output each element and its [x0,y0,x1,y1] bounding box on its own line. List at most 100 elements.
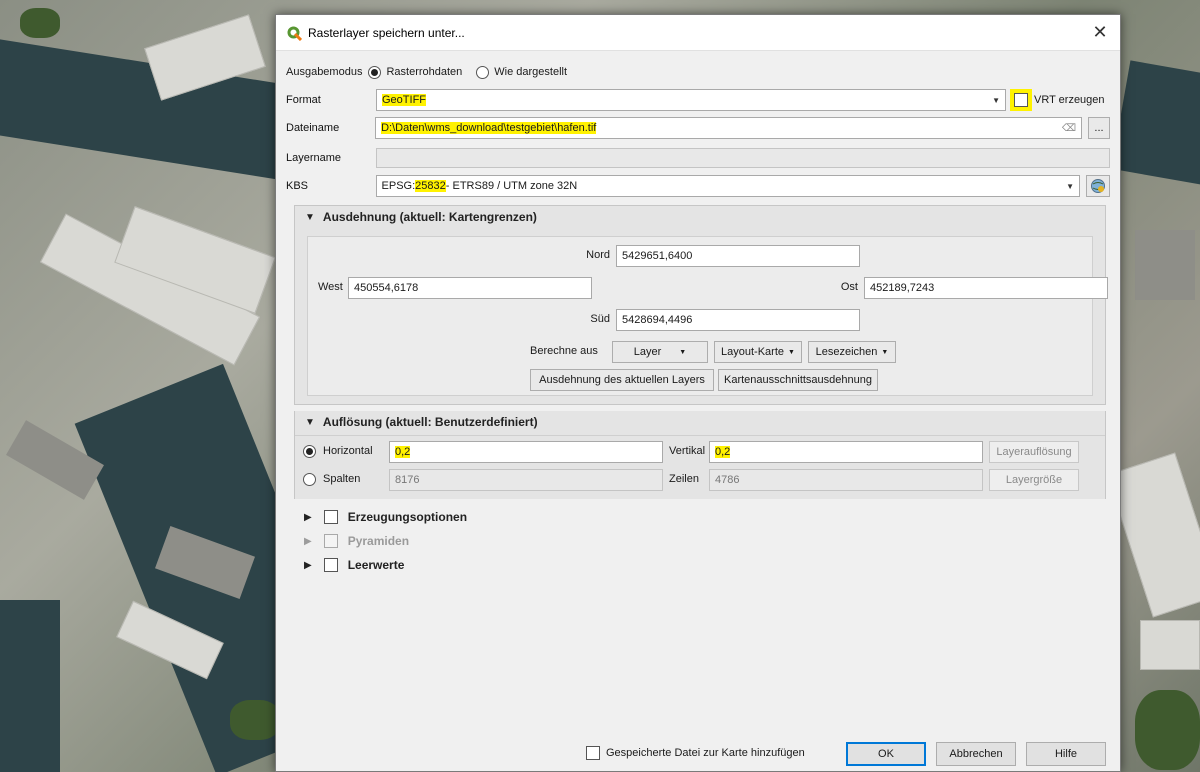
building [1135,230,1195,300]
columns-input[interactable]: 8176 [389,469,663,491]
canvas-extent-button[interactable]: Kartenausschnittsausdehnung [718,369,878,391]
south-label: Süd [590,313,610,325]
rendered-label: Wie dargestellt [494,66,568,78]
qgis-icon [286,25,302,41]
west-value: 450554,6178 [354,282,419,294]
format-row: Format GeoTIFF ▼ VRT erzeugen [286,89,1110,111]
tree-patch [230,700,280,740]
clear-icon[interactable]: ⌫ [1056,123,1076,134]
chevron-down-icon: ▼ [881,348,889,356]
resolution-header[interactable]: ▼ Auflösung (aktuell: Benutzerdefiniert) [295,411,1105,433]
pyramids-section[interactable]: ▶ Pyramiden [304,531,409,551]
east-input[interactable]: 452189,7243 [864,277,1108,299]
output-mode-label: Ausgabemodus [286,66,363,78]
vertical-value: 0,2 [715,446,731,458]
creation-options-checkbox[interactable] [323,510,338,524]
chevron-down-icon: ▼ [1066,181,1075,191]
format-combobox[interactable]: GeoTIFF ▼ [376,89,1006,111]
pyramids-label: Pyramiden [347,534,410,548]
west-input[interactable]: 450554,6178 [348,277,592,299]
browse-button[interactable]: ... [1088,117,1110,139]
horizontal-radio[interactable] [303,445,316,458]
format-value: GeoTIFF [382,94,427,106]
collapse-triangle-icon: ▼ [305,416,315,428]
bookmark-btn-label: Lesezeichen [815,346,878,358]
bookmark-dropdown-button[interactable]: Lesezeichen ▼ [808,341,896,363]
filename-row: Dateiname D:\Daten\wms_download\testgebi… [286,117,1110,139]
extent-header[interactable]: ▼ Ausdehnung (aktuell: Kartengrenzen) [295,206,1105,228]
rendered-radio[interactable] [476,65,490,79]
vertical-label: Vertikal [669,445,706,457]
columns-label: Spalten [323,473,361,485]
resolution-inner: Horizontal 0,2 Vertikal 0,2 Layerauflösu… [295,435,1105,499]
crs-combobox[interactable]: EPSG: 25832 - ETRS89 / UTM zone 32N ▼ [375,175,1081,197]
current-layer-extent-button[interactable]: Ausdehnung des aktuellen Layers [530,369,714,391]
rows-label: Zeilen [669,473,699,485]
globe-icon [1091,179,1106,193]
layer-size-button[interactable]: Layergröße [989,469,1079,491]
nodata-label: Leerwerte [347,558,405,572]
vrt-label: VRT erzeugen [1034,94,1105,106]
building [1140,620,1200,670]
resolution-title: Auflösung (aktuell: Benutzerdefiniert) [322,415,538,429]
nodata-checkbox[interactable] [323,558,338,572]
river [0,600,60,772]
add-to-map-checkbox[interactable] [586,746,600,760]
chevron-down-icon: ▼ [992,95,1000,105]
west-label: West [318,281,343,293]
dialog-title: Rasterlayer speichern unter... [308,25,465,40]
crs-row: KBS EPSG: 25832 - ETRS89 / UTM zone 32N ▼ [286,175,1110,197]
raw-data-label: Rasterrohdaten [386,66,463,78]
columns-radio[interactable] [303,473,316,486]
expand-triangle-icon: ▶ [304,535,312,547]
crs-prefix: EPSG: [381,180,416,192]
close-icon[interactable]: ✕ [1080,22,1120,43]
east-value: 452189,7243 [870,282,935,294]
east-label: Ost [840,281,858,293]
layername-row: Layername [286,147,1110,169]
nodata-section[interactable]: ▶ Leerwerte [304,555,404,575]
vrt-highlight [1010,89,1032,111]
crs-suffix: - ETRS89 / UTM zone 32N [445,180,578,192]
crs-select-button[interactable] [1086,175,1110,197]
title-bar: Rasterlayer speichern unter... ✕ [276,15,1120,51]
layername-input[interactable] [375,148,1110,168]
button-bar: Gespeicherte Datei zur Karte hinzufügen … [276,737,1120,771]
pyramids-checkbox[interactable] [323,534,338,548]
layer-dropdown-button[interactable]: Layer ▼ [612,341,708,363]
chevron-down-icon: ▼ [788,348,795,356]
extent-group: ▼ Ausdehnung (aktuell: Kartengrenzen) No… [294,205,1108,405]
expand-triangle-icon: ▶ [304,511,312,523]
rows-input[interactable]: 4786 [709,469,983,491]
horizontal-label: Horizontal [323,445,373,457]
layout-map-dropdown-button[interactable]: Layout-Karte ▼ [714,341,802,363]
help-button[interactable]: Hilfe [1026,742,1106,766]
layer-btn-label: Layer [633,346,662,358]
horizontal-input[interactable]: 0,2 [389,441,663,463]
layer-resolution-button[interactable]: Layerauflösung [989,441,1079,463]
layout-btn-label: Layout-Karte [721,346,785,358]
save-raster-dialog: Rasterlayer speichern unter... ✕ Ausgabe… [275,14,1121,772]
north-label: Nord [586,249,610,261]
vrt-checkbox[interactable] [1014,93,1028,107]
tree-patch [1135,690,1200,770]
chevron-down-icon: ▼ [679,348,687,356]
add-to-map-label: Gespeicherte Datei zur Karte hinzufügen [606,747,805,759]
raw-data-radio[interactable] [368,65,382,79]
cancel-button[interactable]: Abbrechen [936,742,1016,766]
filename-input[interactable]: D:\Daten\wms_download\testgebiet\hafen.t… [375,117,1082,139]
vertical-input[interactable]: 0,2 [709,441,983,463]
north-input[interactable]: 5429651,6400 [616,245,860,267]
extent-inner: Nord 5429651,6400 West 450554,6178 Ost 4… [307,236,1108,396]
columns-value: 8176 [395,474,420,486]
south-input[interactable]: 5428694,4496 [616,309,860,331]
tree-patch [20,8,60,38]
creation-options-label: Erzeugungsoptionen [347,510,468,524]
horizontal-value: 0,2 [395,446,411,458]
south-value: 5428694,4496 [622,314,693,326]
extent-title: Ausdehnung (aktuell: Kartengrenzen) [322,210,537,224]
calc-from-label: Berechne aus [530,345,598,357]
output-mode-row: Ausgabemodus Rasterrohdaten Wie dargeste… [286,61,1110,83]
creation-options-section[interactable]: ▶ Erzeugungsoptionen [304,507,467,527]
ok-button[interactable]: OK [846,742,926,766]
